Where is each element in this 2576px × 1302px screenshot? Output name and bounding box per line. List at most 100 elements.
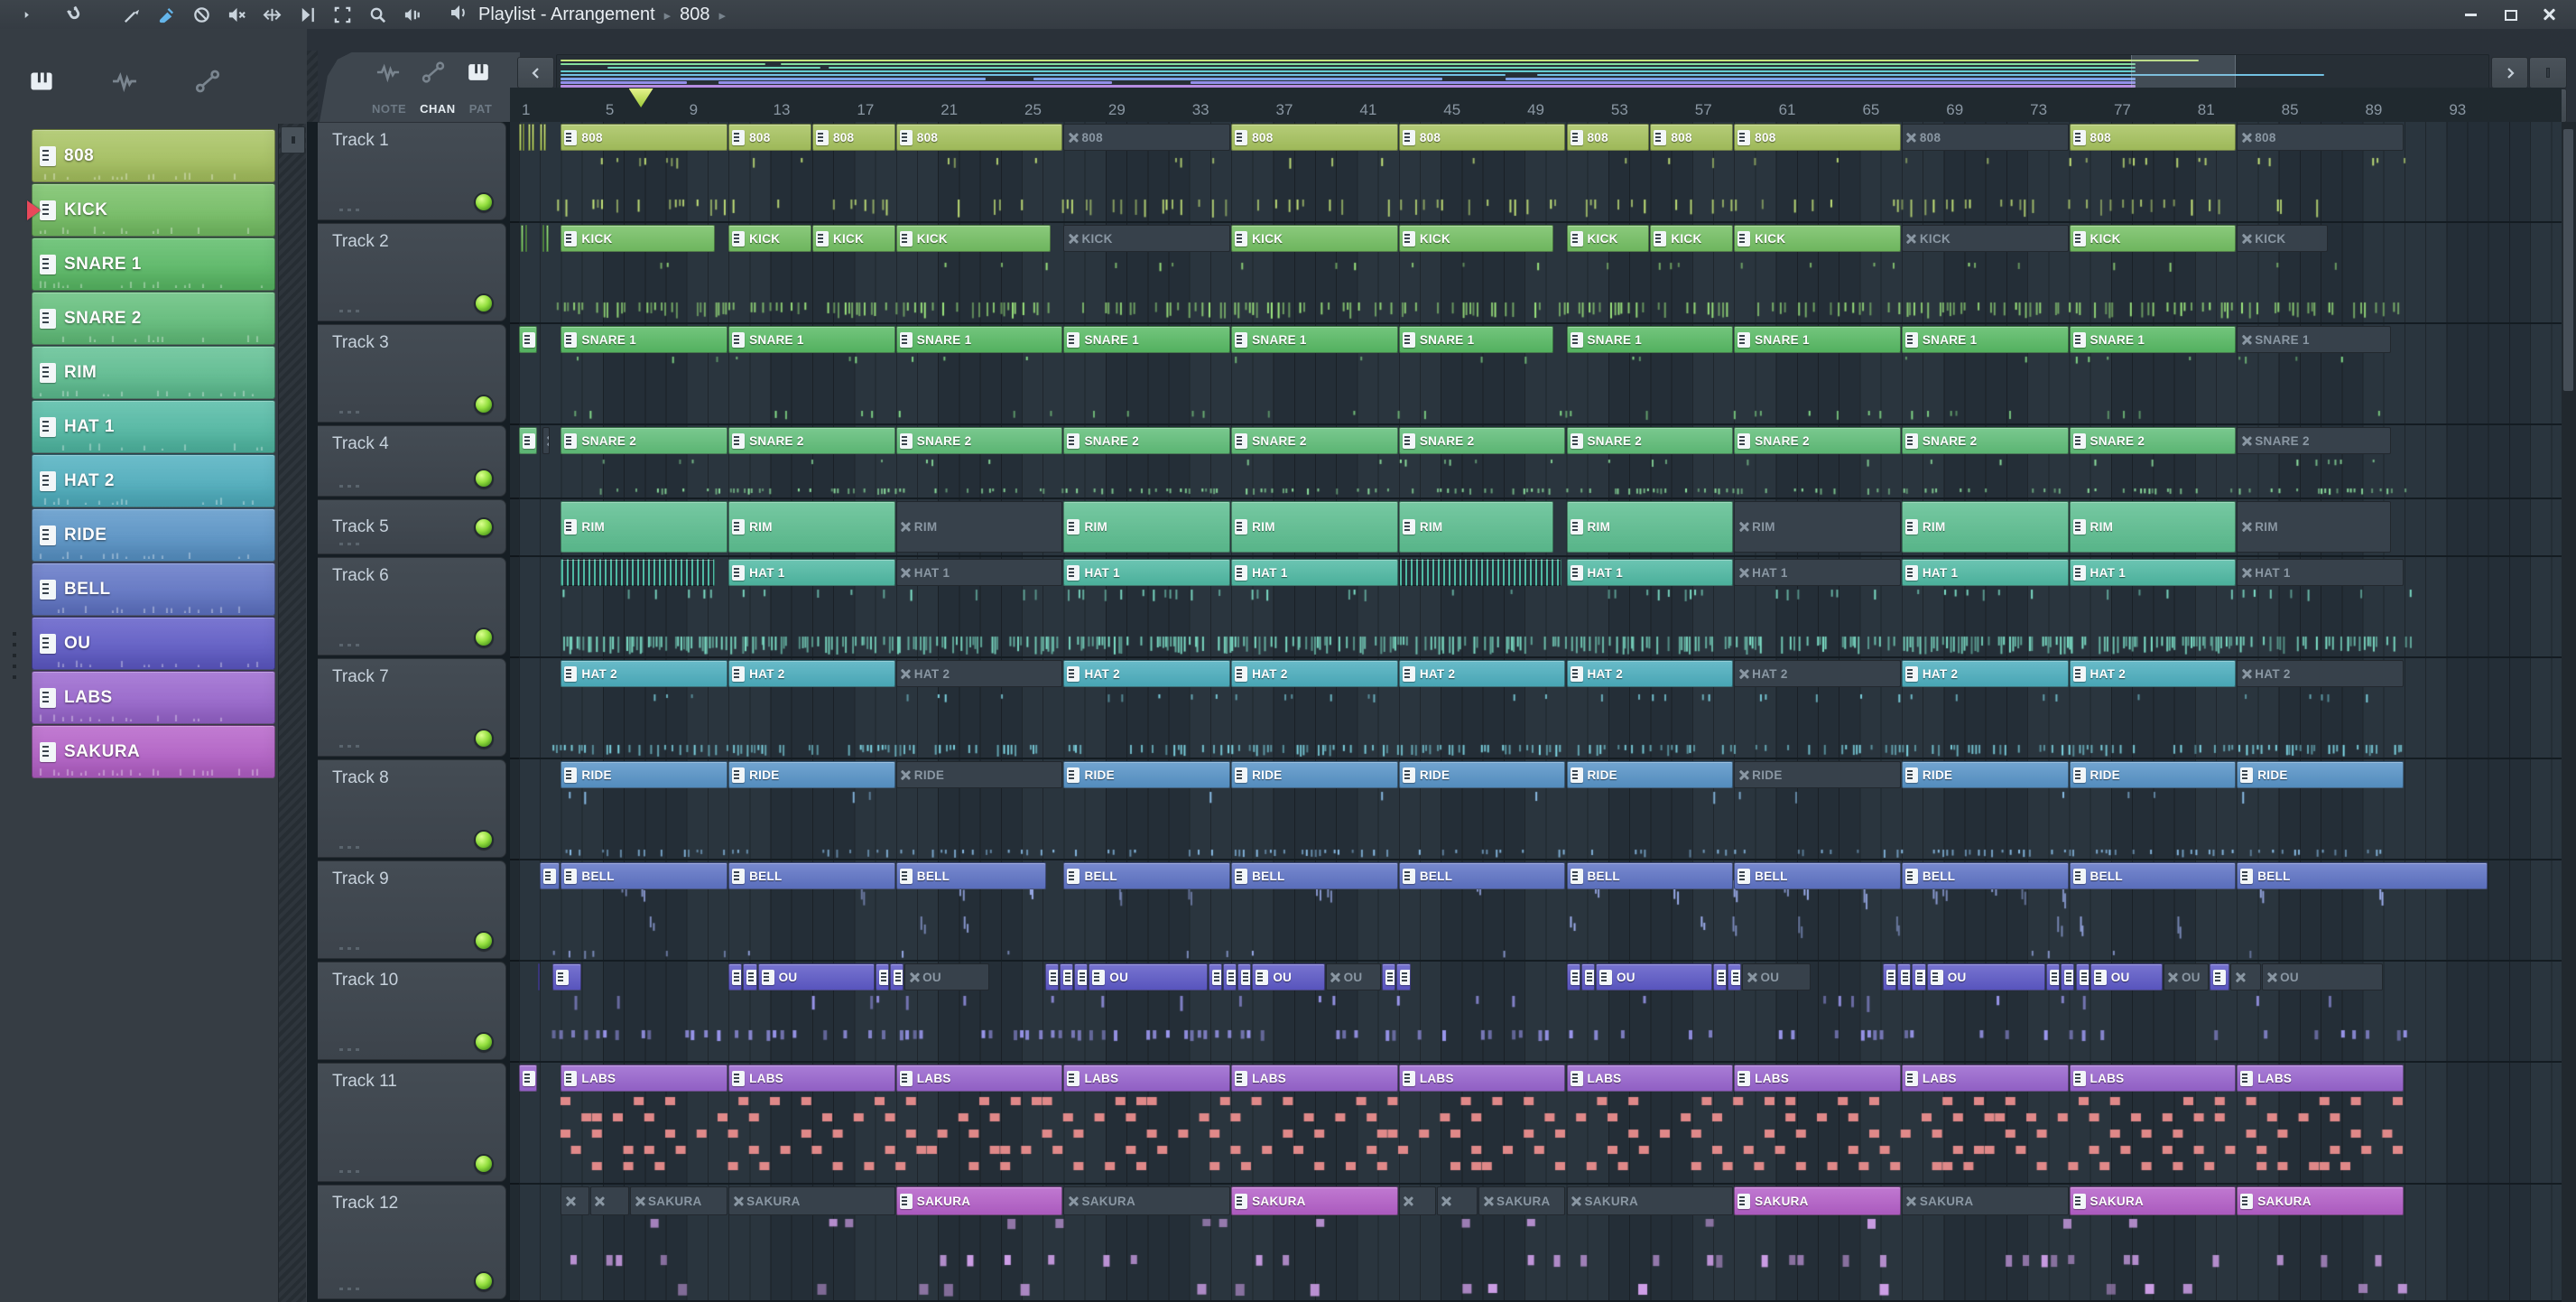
clip-ou[interactable]: OU: [1089, 963, 1208, 990]
clip-ou[interactable]: [728, 963, 743, 990]
clip-ou[interactable]: [2075, 963, 2090, 990]
clip-rim[interactable]: RIM: [728, 501, 895, 553]
clip-sakura-muted[interactable]: SAKURA: [728, 1186, 895, 1215]
clip-ou[interactable]: [1074, 963, 1089, 990]
clip-snare-1[interactable]: SNARE 1: [561, 326, 728, 353]
pattern-item-ou[interactable]: OU: [32, 617, 275, 670]
clip-kick[interactable]: KICK: [561, 225, 716, 252]
clip-hat-1[interactable]: [1398, 559, 1561, 586]
clip-snare-1-muted[interactable]: SNARE 1: [2237, 326, 2391, 353]
clip-ou[interactable]: OU: [1926, 963, 2045, 990]
clip-bell[interactable]: BELL: [1901, 862, 2069, 889]
overview-view-window[interactable]: [2131, 55, 2236, 88]
clip-hat-1[interactable]: HAT 1: [1063, 559, 1231, 586]
clip-hat-1[interactable]: HAT 1: [2069, 559, 2237, 586]
slip-tool-icon[interactable]: [258, 3, 285, 26]
clip-labs[interactable]: LABS: [728, 1065, 895, 1092]
clip-kick[interactable]: KICK: [1398, 225, 1553, 252]
clip-ride[interactable]: RIDE: [561, 761, 728, 788]
playback-tool-icon[interactable]: [399, 3, 426, 26]
clip-ou[interactable]: [1566, 963, 1580, 990]
wave-icon[interactable]: [375, 60, 401, 89]
clip-ou[interactable]: [1882, 963, 1897, 990]
clip-ou[interactable]: [1712, 963, 1728, 990]
pattern-item-snare-1[interactable]: SNARE 1: [32, 237, 275, 291]
track-lane-8[interactable]: RIDE RIDE RIDE RIDE RIDE RIDE RIDE RIDE RIDE RIDE…: [510, 759, 2562, 860]
clip-ou[interactable]: [1396, 963, 1411, 990]
clip-ou[interactable]: [1728, 963, 1742, 990]
track-header-10[interactable]: Track 10: [318, 962, 506, 1060]
mode-pat[interactable]: PAT: [469, 102, 493, 116]
pattern-item-snare-2[interactable]: SNARE 2: [32, 292, 275, 345]
clip-808[interactable]: 808: [1650, 124, 1734, 151]
track-header-4[interactable]: Track 4: [318, 425, 506, 497]
clip-snare-2-muted[interactable]: SNARE 2: [2237, 427, 2391, 454]
clip-ou[interactable]: [1059, 963, 1074, 990]
snap-magnet-icon[interactable]: [60, 3, 88, 26]
track-enable-led[interactable]: [474, 192, 494, 212]
clip-808-muted[interactable]: 808: [1063, 124, 1231, 151]
clip-808[interactable]: [528, 124, 531, 151]
clip-hat-2[interactable]: HAT 2: [1231, 660, 1398, 687]
clip-rim-muted[interactable]: RIM: [895, 501, 1063, 553]
clip-ride[interactable]: RIDE: [2069, 761, 2237, 788]
clip-ride-muted[interactable]: RIDE: [895, 761, 1063, 788]
clip-bell[interactable]: BELL: [2237, 862, 2488, 889]
playhead-marker[interactable]: [628, 88, 653, 107]
clip-rim[interactable]: RIM: [1063, 501, 1231, 553]
clip-sakura[interactable]: SAKURA: [1231, 1186, 1398, 1215]
pattern-list-scrollbar[interactable]: [278, 124, 306, 1302]
clip-sakura-muted[interactable]: [589, 1186, 629, 1215]
track-lane-5[interactable]: RIM RIM RIM RIM RIM RIM RIM RIM RIM RIM RIM: [510, 499, 2562, 557]
mute-tool-icon[interactable]: [223, 3, 250, 26]
clip-snare-1[interactable]: [519, 326, 537, 353]
clip-hat-2[interactable]: HAT 2: [1901, 660, 2069, 687]
clip-labs[interactable]: LABS: [2237, 1065, 2404, 1092]
track-enable-led[interactable]: [474, 1032, 494, 1052]
clip-808[interactable]: 808: [1734, 124, 1901, 151]
clip-hat-1[interactable]: HAT 1: [1566, 559, 1734, 586]
clip-kick-muted[interactable]: KICK: [1063, 225, 1231, 252]
clip-snare-2-muted[interactable]: [542, 427, 550, 454]
clip-ou[interactable]: [537, 963, 541, 990]
clip-ou-muted[interactable]: OU: [904, 963, 990, 990]
clip-ride[interactable]: RIDE: [1901, 761, 2069, 788]
track-enable-led[interactable]: [474, 293, 494, 313]
clip-ou[interactable]: OU: [1595, 963, 1712, 990]
clip-hat-2-muted[interactable]: HAT 2: [895, 660, 1063, 687]
clip-ou[interactable]: [875, 963, 889, 990]
clip-snare-2[interactable]: SNARE 2: [1231, 427, 1398, 454]
track-lane-1[interactable]: 808 808 808 808 808 808 808 808 808 808 808 808 808: [510, 122, 2562, 223]
track-header-7[interactable]: Track 7: [318, 658, 506, 757]
clip-kick[interactable]: KICK: [1734, 225, 1901, 252]
track-header-3[interactable]: Track 3: [318, 324, 506, 423]
track-lane-2[interactable]: KICK KICK KICK KICK KICK KICK KICK KICK KICK KICK…: [510, 223, 2562, 324]
clip-snare-2[interactable]: SNARE 2: [1566, 427, 1734, 454]
track-enable-led[interactable]: [474, 628, 494, 647]
clip-808[interactable]: 808: [1566, 124, 1650, 151]
clip-ou[interactable]: [1208, 963, 1222, 990]
clip-hat-2[interactable]: HAT 2: [728, 660, 895, 687]
scroll-right-button[interactable]: [2491, 57, 2528, 88]
track-lane-3[interactable]: SNARE 1 SNARE 1 SNARE 1 SNARE 1 SNARE 1 SNARE…: [510, 324, 2562, 425]
clip-sakura[interactable]: SAKURA: [2237, 1186, 2404, 1215]
pattern-item-ride[interactable]: RIDE: [32, 508, 275, 562]
clip-kick[interactable]: KICK: [1650, 225, 1734, 252]
clip-ride[interactable]: RIDE: [1398, 761, 1566, 788]
clip-kick[interactable]: KICK: [1231, 225, 1398, 252]
clip-sakura-muted[interactable]: [1436, 1186, 1478, 1215]
clip-sakura-muted[interactable]: SAKURA: [1566, 1186, 1734, 1215]
delete-tool-icon[interactable]: [188, 3, 215, 26]
draw-tool-icon[interactable]: [117, 3, 144, 26]
clip-ou[interactable]: [1912, 963, 1926, 990]
track-enable-led[interactable]: [474, 469, 494, 488]
clip-ou[interactable]: [1222, 963, 1237, 990]
clip-snare-1[interactable]: SNARE 1: [1734, 326, 1901, 353]
clip-snare-2[interactable]: SNARE 2: [1063, 427, 1231, 454]
clip-kick[interactable]: KICK: [1566, 225, 1650, 252]
clip-hat-2[interactable]: HAT 2: [2069, 660, 2237, 687]
clip-ou[interactable]: [1237, 963, 1252, 990]
clip-ou[interactable]: [889, 963, 904, 990]
clip-kick[interactable]: [542, 225, 545, 252]
clip-rim[interactable]: RIM: [1398, 501, 1553, 553]
